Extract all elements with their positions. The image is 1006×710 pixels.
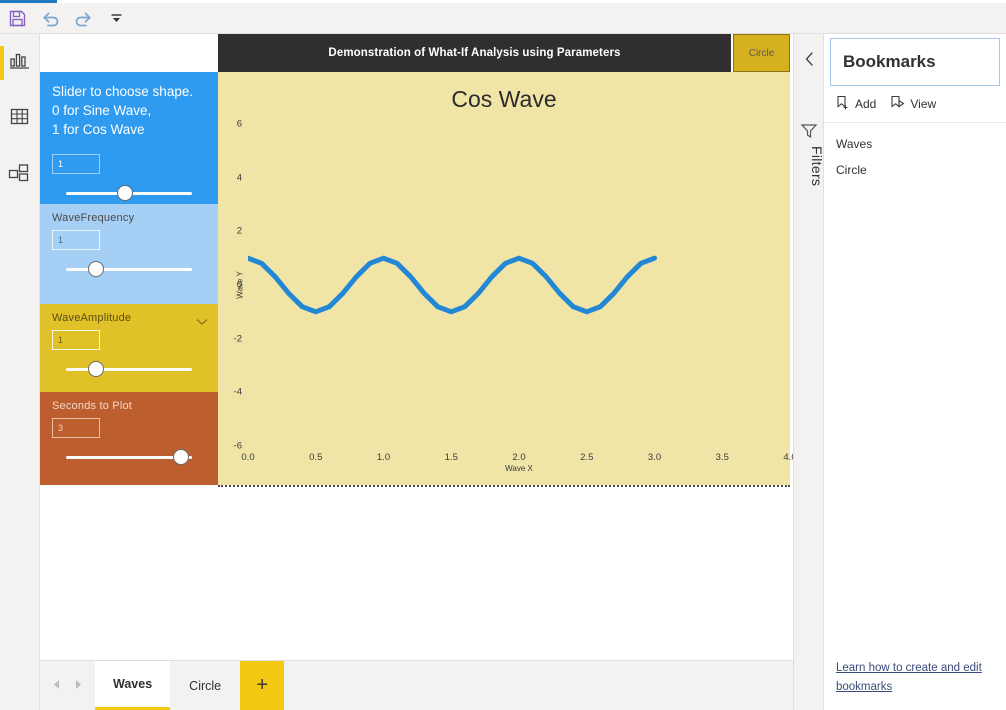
- filters-pane-collapsed[interactable]: Filters: [793, 34, 825, 710]
- bookmarks-list: Waves Circle: [824, 123, 1006, 658]
- shape-slicer-header: Slider to choose shape. 0 for Sine Wave,…: [40, 72, 218, 146]
- chart-x-tick: 0.5: [309, 452, 323, 463]
- customize-quick-access-toolbar-icon[interactable]: [106, 8, 127, 29]
- wave-frequency-slider[interactable]: [52, 260, 206, 278]
- chart-y-tick: 0: [236, 279, 242, 291]
- chart-x-tick: 2.5: [580, 452, 594, 463]
- seconds-to-plot-slicer[interactable]: Seconds to Plot 3: [40, 392, 218, 485]
- bookmark-item[interactable]: Waves: [836, 131, 1006, 157]
- seconds-to-plot-slider-handle[interactable]: [172, 449, 189, 465]
- chart-x-axis-label: Wave X: [505, 464, 533, 473]
- wave-frequency-value-input[interactable]: 1: [52, 230, 100, 250]
- sidebar-item-report-view[interactable]: [0, 46, 40, 80]
- chevron-down-icon[interactable]: [196, 313, 208, 325]
- next-page-arrow-icon[interactable]: [74, 677, 83, 695]
- bookmarks-actions: Add View: [824, 86, 1006, 123]
- report-canvas[interactable]: Demonstration of What-If Analysis using …: [40, 34, 793, 660]
- wave-amplitude-slicer[interactable]: WaveAmplitude 1: [40, 304, 218, 392]
- page-tab-waves[interactable]: Waves: [95, 661, 171, 710]
- add-bookmark-icon: [836, 95, 850, 113]
- chart-y-tick: 4: [236, 172, 242, 184]
- add-bookmark-button[interactable]: Add: [836, 95, 876, 113]
- bookmarks-pane-header: Bookmarks: [830, 38, 1000, 86]
- shape-value-input[interactable]: 1: [52, 154, 100, 174]
- chart-x-tick: 1.5: [444, 452, 458, 463]
- wave-amplitude-label: WaveAmplitude: [52, 312, 132, 324]
- chart-x-tick: 1.0: [376, 452, 391, 463]
- quick-access-toolbar: [0, 3, 1006, 34]
- bookmarks-help-link[interactable]: Learn how to create and edit bookmarks: [836, 662, 982, 693]
- bookmarks-pane: Bookmarks Add View Waves Circle Learn ho…: [824, 34, 1006, 710]
- wave-amplitude-value-input[interactable]: 1: [52, 330, 100, 350]
- previous-page-arrow-icon[interactable]: [52, 677, 61, 695]
- chart-plot-area: Wave Y Wave X 6 4 2 0 -2 -4 -6 0.0 0.5 1.0 1.5 2.0 2…: [234, 119, 793, 474]
- chart-y-tick: -6: [233, 440, 242, 452]
- circle-navigation-button[interactable]: Circle: [733, 34, 790, 72]
- sidebar-item-data-view[interactable]: [0, 102, 40, 136]
- view-bookmark-icon: [890, 95, 905, 113]
- shape-slicer-line2: 0 for Sine Wave,: [52, 103, 152, 118]
- shape-slider-handle[interactable]: [116, 185, 133, 201]
- chart-title: Cos Wave: [451, 86, 557, 112]
- bar-chart-icon: [9, 51, 30, 75]
- power-bi-desktop-window: Demonstration of What-If Analysis using …: [0, 0, 1006, 710]
- sidebar-item-model-view[interactable]: [0, 158, 40, 192]
- chart-x-tick: 2.0: [512, 452, 526, 463]
- chart-y-tick: -4: [233, 386, 242, 398]
- chart-y-tick: 6: [236, 118, 242, 130]
- chart-x-tick: 3.0: [647, 452, 662, 463]
- wave-frequency-slider-handle[interactable]: [88, 261, 104, 277]
- chart-x-tick: 3.5: [715, 452, 729, 463]
- add-page-button[interactable]: +: [240, 661, 285, 710]
- view-bookmarks-label: View: [910, 97, 937, 111]
- report-title-banner: Demonstration of What-If Analysis using …: [218, 34, 731, 72]
- add-bookmark-label: Add: [855, 97, 877, 111]
- shape-slicer[interactable]: 1: [40, 146, 218, 204]
- filter-icon[interactable]: [799, 122, 819, 140]
- page-tab-bar: Waves Circle +: [40, 660, 793, 710]
- page-tab-circle[interactable]: Circle: [170, 661, 240, 710]
- chart-y-tick: 2: [236, 225, 242, 237]
- view-switch-rail: [0, 34, 40, 710]
- visual-selection-border: [218, 485, 790, 487]
- chart-x-tick: 4.0: [783, 452, 793, 463]
- save-icon[interactable]: [7, 8, 28, 29]
- table-icon: [9, 107, 30, 131]
- page-title: Demonstration of What-If Analysis using …: [328, 47, 621, 59]
- chart-x-tick: 0.0: [241, 452, 255, 463]
- wave-chart-visual[interactable]: Cos Wave Wave Y Wave X 6 4 2 0 -2 -4 -6 0.0 0.5 1…: [218, 72, 793, 485]
- wave-amplitude-slider-handle[interactable]: [88, 361, 104, 377]
- page-nav-arrows: [40, 661, 95, 710]
- wave-frequency-slicer[interactable]: WaveFrequency 1: [40, 204, 218, 304]
- page-tab-label: Circle: [189, 678, 222, 693]
- wave-line-series: [248, 255, 657, 315]
- redo-icon[interactable]: [73, 8, 94, 29]
- circle-button-label: Circle: [748, 47, 775, 59]
- chart-y-tick: -2: [233, 333, 242, 345]
- seconds-to-plot-value-input[interactable]: 3: [52, 418, 100, 438]
- seconds-to-plot-slider[interactable]: [52, 448, 206, 466]
- shape-slicer-line3: 1 for Cos Wave: [52, 122, 145, 137]
- wave-frequency-slider-track[interactable]: [66, 268, 192, 271]
- page-tab-label: Waves: [113, 677, 153, 691]
- bookmarks-title: Bookmarks: [843, 52, 936, 71]
- wave-amplitude-slider-track[interactable]: [66, 368, 192, 371]
- report-page-surface: Demonstration of What-If Analysis using …: [40, 34, 793, 487]
- plus-icon: +: [256, 674, 268, 696]
- seconds-to-plot-label: Seconds to Plot: [52, 400, 133, 412]
- wave-frequency-label: WaveFrequency: [52, 212, 135, 224]
- bookmarks-footer: Learn how to create and edit bookmarks: [824, 658, 1006, 710]
- undo-icon[interactable]: [40, 8, 61, 29]
- relationships-icon: [8, 163, 31, 188]
- wave-amplitude-slider[interactable]: [52, 360, 206, 378]
- shape-slicer-line1: Slider to choose shape.: [52, 84, 194, 99]
- bookmark-item[interactable]: Circle: [836, 157, 1006, 183]
- view-bookmarks-button[interactable]: View: [890, 95, 936, 113]
- shape-slider[interactable]: [52, 184, 206, 202]
- filters-pane-label: Filters: [809, 146, 825, 187]
- collapse-pane-icon[interactable]: [798, 48, 820, 70]
